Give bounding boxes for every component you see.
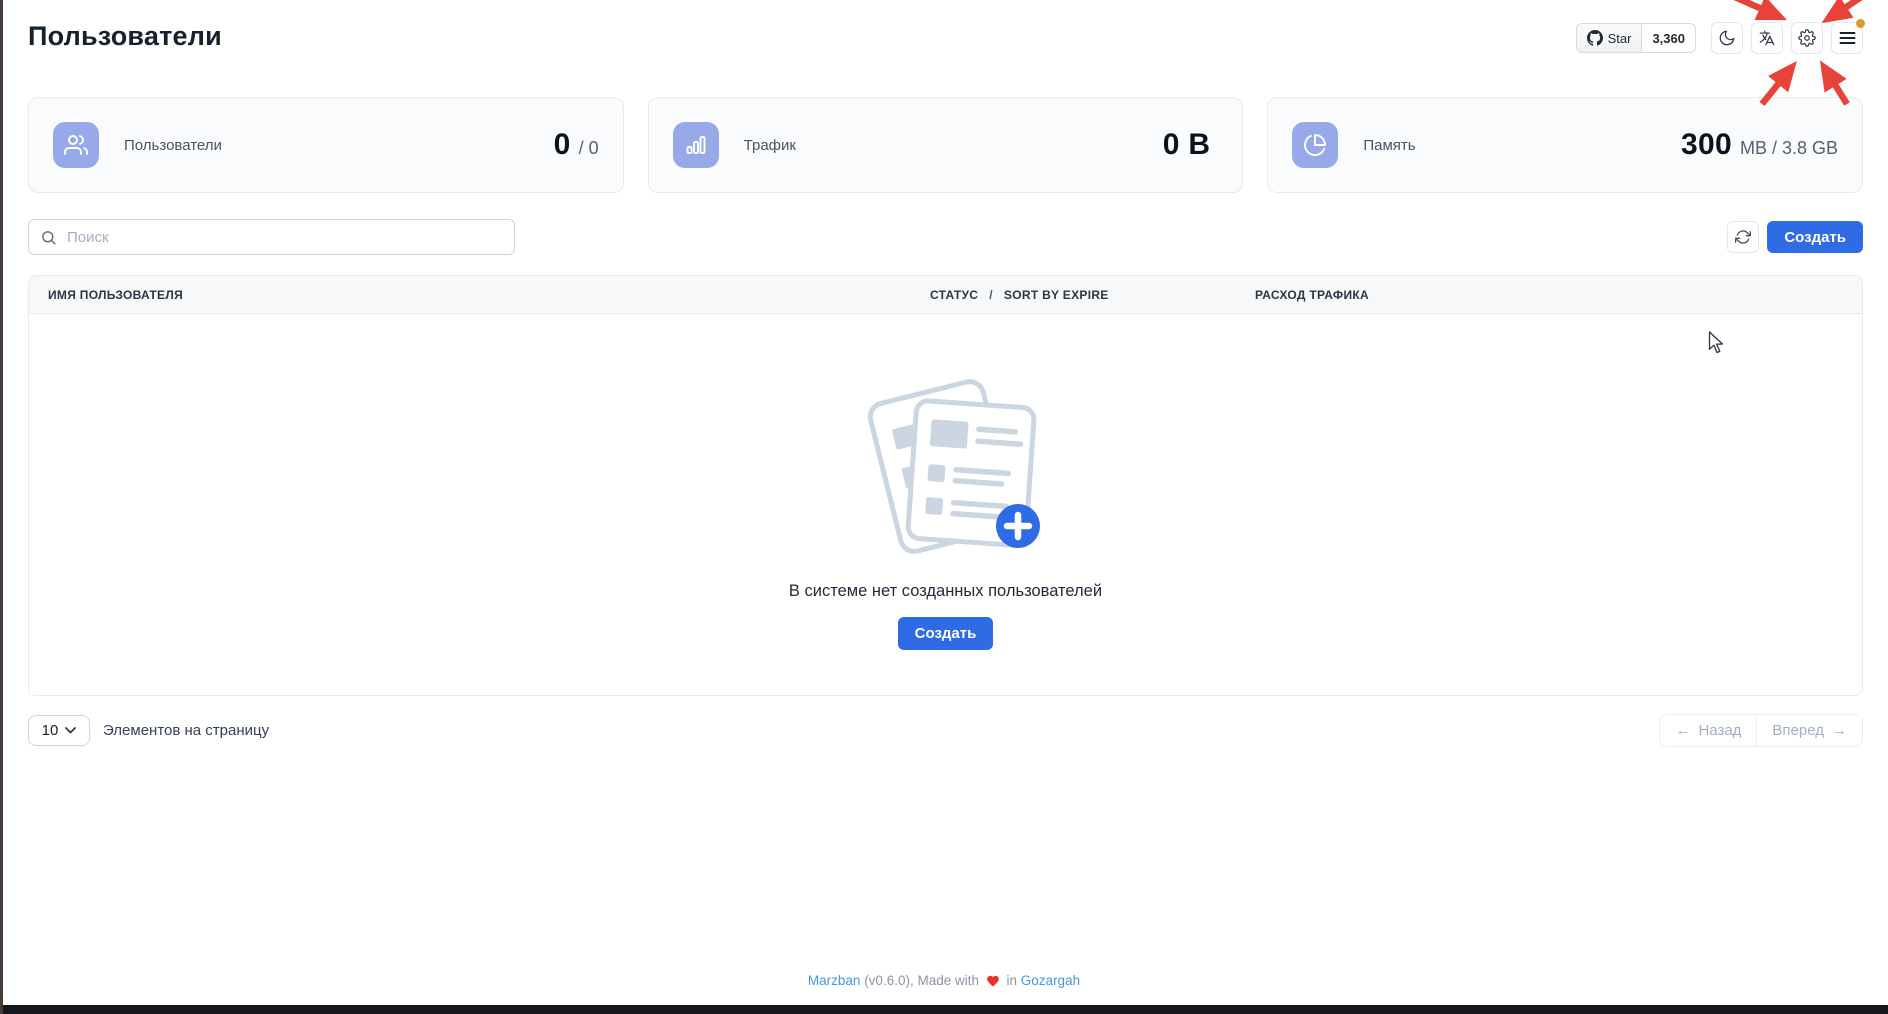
- stat-card-users: Пользователи 0 / 0: [28, 97, 624, 193]
- github-star-count[interactable]: 3,360: [1642, 23, 1696, 53]
- column-header-status-sort[interactable]: СТАТУС / SORT BY EXPIRE: [930, 288, 1109, 302]
- github-star-button[interactable]: Star: [1576, 23, 1643, 53]
- users-table: ИМЯ ПОЛЬЗОВАТЕЛЯ СТАТУС / SORT BY EXPIRE…: [28, 275, 1863, 696]
- per-page-control: 10 Элементов на страницу: [28, 715, 269, 746]
- stat-label: Память: [1363, 137, 1415, 154]
- next-page-button[interactable]: Вперед →: [1757, 715, 1862, 746]
- stat-value-main: 300: [1681, 128, 1732, 162]
- per-page-select[interactable]: 10: [28, 715, 90, 746]
- github-star-widget[interactable]: Star 3,360: [1576, 23, 1696, 53]
- documents-plus-illustration: [840, 364, 1052, 556]
- page-title: Пользователи: [28, 21, 222, 52]
- users-page: Пользователи Star 3,360: [0, 0, 1888, 747]
- stat-label: Трафик: [744, 137, 796, 154]
- users-icon: [53, 122, 99, 168]
- left-arrow-icon: ←: [1675, 722, 1690, 739]
- right-arrow-icon: →: [1832, 722, 1847, 739]
- table-header-row: ИМЯ ПОЛЬЗОВАТЕЛЯ СТАТУС / SORT BY EXPIRE…: [29, 276, 1862, 314]
- stats-row: Пользователи 0 / 0 Трафик 0 B: [28, 97, 1863, 193]
- search-icon: [40, 229, 57, 246]
- language-button[interactable]: [1751, 22, 1783, 54]
- empty-state-create-button[interactable]: Создать: [898, 617, 994, 650]
- search-input[interactable]: [28, 219, 515, 255]
- github-icon: [1587, 30, 1603, 46]
- stat-card-memory: Память 300 MB / 3.8 GB: [1267, 97, 1863, 193]
- prev-page-button[interactable]: ← Назад: [1660, 715, 1756, 746]
- topbar-controls: Star 3,360: [1576, 22, 1863, 54]
- column-header-status[interactable]: СТАТУС: [930, 288, 978, 302]
- search-box: [28, 219, 515, 255]
- taskbar-strip: [0, 1005, 1888, 1014]
- column-header-traffic[interactable]: РАСХОД ТРАФИКА: [1255, 288, 1369, 302]
- chevron-down-icon: [65, 727, 76, 734]
- refresh-button[interactable]: [1727, 221, 1759, 253]
- footer-version-text: (v0.6.0), Made with: [864, 973, 979, 988]
- next-page-label: Вперед: [1772, 722, 1824, 739]
- per-page-value: 10: [42, 722, 59, 739]
- stat-value-suffix: / 0: [579, 138, 599, 159]
- traffic-icon: [673, 122, 719, 168]
- pager-buttons: ← Назад Вперед →: [1659, 714, 1863, 747]
- empty-state-message: В системе нет созданных пользователей: [789, 582, 1102, 601]
- menu-button[interactable]: [1831, 22, 1863, 54]
- column-header-sort-by-expire[interactable]: SORT BY EXPIRE: [1004, 288, 1109, 302]
- stat-value: 300 MB / 3.8 GB: [1681, 128, 1838, 162]
- stat-value-main: 0: [554, 128, 571, 162]
- per-page-label: Элементов на страницу: [103, 722, 269, 739]
- footer-org-link[interactable]: Gozargah: [1021, 973, 1080, 988]
- footer: Marzban (v0.6.0), Made with in Gozargah: [0, 973, 1888, 988]
- page-header: Пользователи Star 3,360: [28, 21, 1863, 75]
- hamburger-icon: [1839, 31, 1856, 45]
- stat-label: Пользователи: [124, 137, 222, 154]
- dark-mode-button[interactable]: [1711, 22, 1743, 54]
- gear-icon: [1798, 29, 1816, 47]
- memory-icon: [1292, 122, 1338, 168]
- settings-button[interactable]: [1791, 22, 1823, 54]
- github-star-label: Star: [1608, 31, 1632, 46]
- stat-value-suffix: MB / 3.8 GB: [1740, 138, 1838, 159]
- empty-state: В системе нет созданных пользователей Со…: [29, 314, 1862, 650]
- footer-in-text: in: [1007, 973, 1018, 988]
- pagination-row: 10 Элементов на страницу ← Назад Вперед …: [28, 714, 1863, 747]
- prev-page-label: Назад: [1698, 722, 1741, 739]
- refresh-icon: [1735, 229, 1751, 245]
- column-header-username[interactable]: ИМЯ ПОЛЬЗОВАТЕЛЯ: [48, 288, 183, 302]
- window-edge-strip: [0, 0, 3, 1014]
- stat-value-main: 0 B: [1163, 128, 1211, 162]
- notification-dot: [1856, 19, 1865, 28]
- table-body-empty: В системе нет созданных пользователей Со…: [29, 314, 1862, 695]
- moon-icon: [1718, 29, 1736, 47]
- stat-card-traffic: Трафик 0 B: [648, 97, 1244, 193]
- language-icon: [1758, 29, 1776, 47]
- stat-value: 0 B: [1163, 128, 1219, 162]
- toolbar: Создать: [28, 219, 1863, 255]
- marzban-dashboard: Пользователи Star 3,360: [0, 0, 1888, 1014]
- footer-brand-link[interactable]: Marzban: [808, 973, 861, 988]
- create-button[interactable]: Создать: [1767, 221, 1863, 253]
- column-header-separator: /: [989, 288, 993, 302]
- toolbar-actions: Создать: [1727, 221, 1863, 253]
- heart-icon: [986, 974, 1000, 987]
- stat-value: 0 / 0: [554, 128, 599, 162]
